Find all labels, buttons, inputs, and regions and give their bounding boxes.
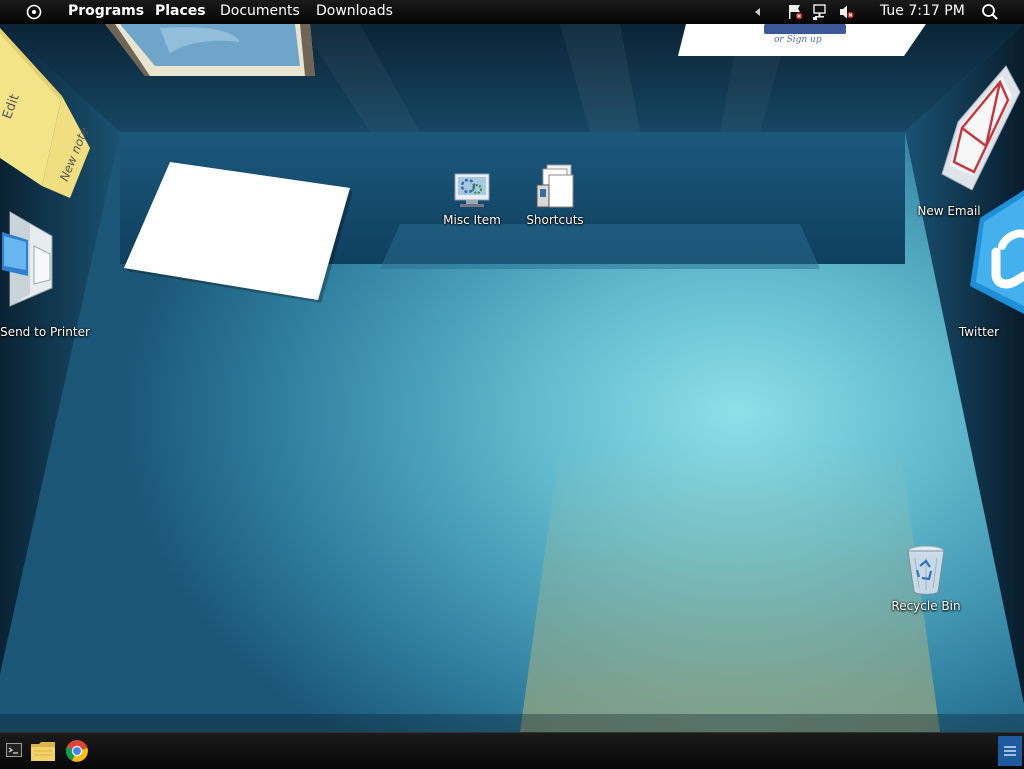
desktop-icon-shortcuts[interactable]: Shortcuts — [523, 163, 587, 227]
menu-places[interactable]: Places — [155, 3, 206, 19]
login-card-item[interactable]: or Sign up — [678, 24, 926, 56]
shortcuts-label: Shortcuts — [526, 213, 584, 227]
tray-expand-arrow-icon[interactable] — [752, 0, 764, 24]
misc-item-icon — [454, 173, 490, 207]
desktop-icon-recycle-bin[interactable]: Recycle Bin — [890, 544, 962, 613]
bumptop-room — [0, 24, 1024, 732]
shortcuts-stack-icon — [536, 164, 574, 208]
action-center-flag-icon[interactable] — [786, 0, 804, 24]
printer-icon — [2, 211, 53, 307]
desktop-icon-misc-item[interactable]: Misc Item — [440, 170, 504, 227]
top-menu-bar: Programs Places Documents Downloads Tue … — [0, 0, 1024, 24]
volume-muted-icon[interactable] — [838, 0, 856, 24]
recycle-bin-label: Recycle Bin — [891, 599, 961, 613]
file-manager-icon[interactable] — [30, 739, 56, 763]
login-card-text: or Sign up — [774, 35, 822, 45]
email-icon — [941, 65, 1021, 191]
menu-programs[interactable]: Programs — [68, 3, 144, 19]
menu-downloads[interactable]: Downloads — [316, 3, 393, 19]
chrome-icon[interactable] — [65, 739, 89, 763]
search-icon[interactable] — [980, 0, 1000, 24]
show-desktop-menu-icon[interactable] — [998, 736, 1022, 766]
taskbar — [0, 732, 1024, 769]
menu-documents[interactable]: Documents — [220, 3, 300, 19]
network-icon[interactable] — [811, 0, 829, 24]
start-orb-icon[interactable] — [26, 4, 42, 20]
twitter-icon — [970, 190, 1024, 314]
terminal-icon[interactable] — [6, 743, 22, 757]
photo-frame-item[interactable] — [100, 24, 320, 80]
clock[interactable]: Tue 7:17 PM — [880, 3, 965, 19]
send-to-printer-label: Send to Printer — [0, 325, 90, 339]
misc-item-label: Misc Item — [443, 213, 501, 227]
blank-paper-item[interactable] — [122, 160, 352, 305]
sticky-notes[interactable]: Edit New note — [0, 28, 95, 198]
twitter-label: Twitter — [958, 325, 1000, 339]
recycle-bin-icon — [907, 545, 945, 595]
